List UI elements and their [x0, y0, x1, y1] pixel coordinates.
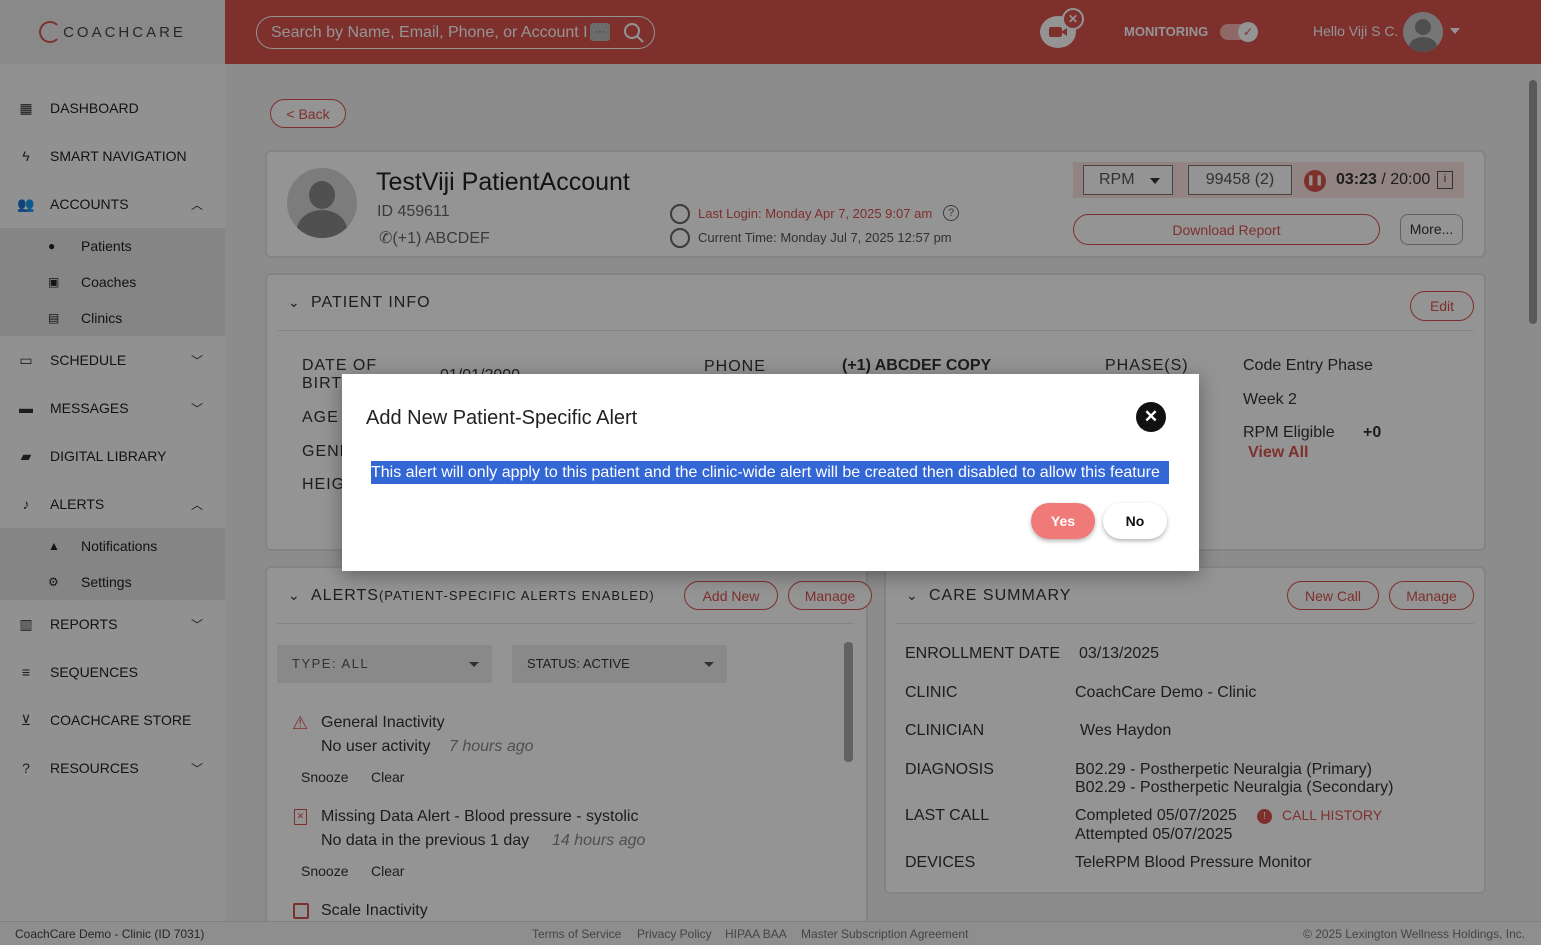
add-alert-dialog: Add New Patient-Specific Alert ✕ This al… — [342, 374, 1199, 571]
yes-button[interactable]: Yes — [1031, 503, 1095, 539]
dialog-message: This alert will only apply to this patie… — [371, 461, 1169, 484]
no-button[interactable]: No — [1103, 503, 1167, 539]
close-icon[interactable]: ✕ — [1136, 402, 1166, 432]
dialog-title: Add New Patient-Specific Alert — [366, 407, 638, 429]
